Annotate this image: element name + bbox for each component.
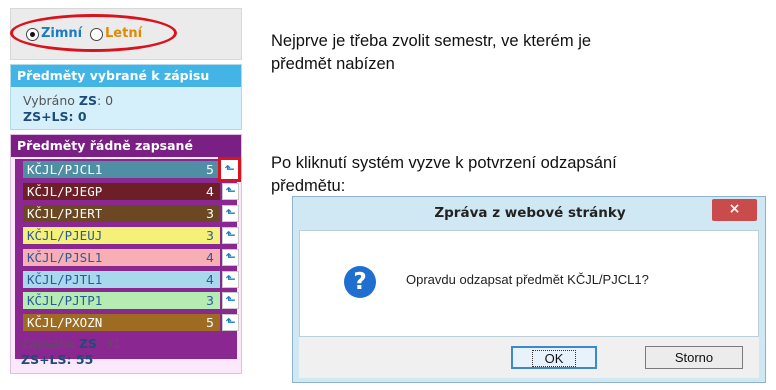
selected-total-line: ZS+LS: 0 [23, 109, 87, 124]
unenroll-button[interactable]: ⬑ [222, 292, 239, 309]
unenroll-arrow-icon: ⬑ [225, 206, 236, 220]
selected-total-key: ZS+LS [23, 109, 69, 124]
selected-total-value: : 0 [68, 109, 87, 124]
course-code: KČJL/PJEUJ [27, 228, 103, 243]
close-icon: × [728, 201, 741, 217]
selected-courses-box: Předměty vybrané k zápisu Vybráno ZS: 0 … [10, 64, 242, 130]
course-credits: 4 [206, 250, 214, 265]
enrolled-course-row: KČJL/PJERT 3 [23, 205, 220, 222]
course-credits: 3 [206, 293, 214, 308]
unenroll-arrow-icon: ⬑ [225, 315, 236, 329]
ok-button[interactable]: OK [511, 346, 597, 369]
enrolled-course-row: KČJL/PJEUJ 3 [23, 227, 220, 244]
selected-count-value: : 0 [96, 93, 114, 108]
radio-letni[interactable] [90, 28, 103, 41]
enrolled-course-row: KČJL/PJTP1 3 [23, 292, 220, 309]
instruction-semester: Nejprve je třeba zvolit semestr, ve kter… [271, 30, 591, 76]
question-icon: ? [344, 266, 376, 298]
unenroll-button[interactable]: ⬑ [222, 205, 239, 222]
unenroll-button[interactable]: ⬑ [222, 183, 239, 200]
course-code: KČJL/PJTL1 [27, 272, 103, 287]
enrolled-count-prefix: Zapsáno [21, 336, 75, 351]
instruction-semester-line2: předmět nabízen [271, 55, 395, 73]
unenroll-button[interactable]: ⬑ [222, 249, 239, 266]
course-credits: 3 [206, 206, 214, 221]
enrolled-course-row: KČJL/PJSL1 4 [23, 249, 220, 266]
selected-count-prefix: Vybráno [23, 93, 75, 108]
course-credits: 4 [206, 184, 214, 199]
selected-courses-title: Předměty vybrané k zápisu [11, 65, 241, 87]
enrolled-course-row: KČJL/PJEGP 4 [23, 183, 220, 200]
course-code: KČJL/PJEGP [27, 184, 103, 199]
unenroll-arrow-icon: ⬑ [224, 162, 235, 176]
dialog-title: Zpráva z webové stránky [434, 205, 626, 221]
enrolled-course-row: KČJL/PJCL1 5 [23, 161, 220, 178]
cancel-button[interactable]: Storno [645, 346, 743, 369]
radio-zimni[interactable] [26, 28, 39, 41]
course-code: KČJL/PJERT [27, 206, 103, 221]
course-credits: 3 [206, 228, 214, 243]
instruction-confirm-line1: Po kliknutí systém vyzve k potvrzení odz… [271, 154, 617, 172]
dialog-footer: OK Storno [299, 337, 759, 378]
dialog-body: ? Opravdu odzapsat předmět KČJL/PJCL1? [299, 230, 759, 337]
unenroll-arrow-icon: ⬑ [225, 228, 236, 242]
ok-button-label: OK [531, 350, 577, 367]
enrolled-course-row: KČJL/PXOZN 5 [23, 314, 220, 331]
instruction-confirm: Po kliknutí systém vyzve k potvrzení odz… [271, 152, 617, 198]
unenroll-button[interactable]: ⬑ [222, 227, 239, 244]
selected-count-line: Vybráno ZS: 0 [23, 93, 113, 108]
radio-label-letni[interactable]: Letní [105, 26, 142, 41]
radio-label-zimni[interactable]: Zimní [41, 26, 82, 41]
dialog-message: Opravdu odzapsat předmět KČJL/PJCL1? [406, 272, 649, 287]
course-credits: 5 [206, 315, 214, 330]
course-code: KČJL/PJTP1 [27, 293, 103, 308]
course-code: KČJL/PXOZN [27, 315, 103, 330]
unenroll-arrow-icon: ⬑ [225, 272, 236, 286]
course-credits: 5 [206, 162, 214, 177]
unenroll-arrow-icon: ⬑ [225, 184, 236, 198]
enrolled-total-key: ZS+LS [21, 352, 67, 367]
instruction-semester-line1: Nejprve je třeba zvolit semestr, ve kter… [271, 32, 592, 50]
unenroll-arrow-icon: ⬑ [225, 293, 236, 307]
instruction-confirm-line2: předmětu: [271, 177, 346, 195]
enrolled-course-row: KČJL/PJTL1 4 [23, 271, 220, 288]
enrolled-total-value: : 55 [66, 352, 94, 367]
selected-count-key: ZS [78, 93, 97, 108]
enrolled-count-key: ZS [78, 336, 97, 351]
enrolled-courses-box: Předměty řádně zapsané KČJL/PJCL1 5 ⬑ KČJL/… [10, 134, 242, 374]
course-code: KČJL/PJSL1 [27, 250, 103, 265]
unenroll-button[interactable]: ⬑ [222, 271, 239, 288]
enrolled-total-line: ZS+LS: 55 [21, 352, 93, 367]
dialog-close-button[interactable]: × [712, 199, 757, 221]
enrolled-count-value: : 31 [96, 336, 122, 351]
unenroll-arrow-icon: ⬑ [225, 250, 236, 264]
course-credits: 4 [206, 272, 214, 287]
unenroll-button[interactable]: ⬑ [222, 314, 239, 331]
enrolled-count-line: Zapsáno ZS: 31 [21, 336, 121, 351]
confirm-dialog: Zpráva z webové stránky × ? Opravdu odza… [292, 196, 766, 383]
enrolled-courses-title: Předměty řádně zapsané [11, 135, 241, 157]
unenroll-button[interactable]: ⬑ [218, 157, 241, 182]
course-code: KČJL/PJCL1 [27, 162, 103, 177]
